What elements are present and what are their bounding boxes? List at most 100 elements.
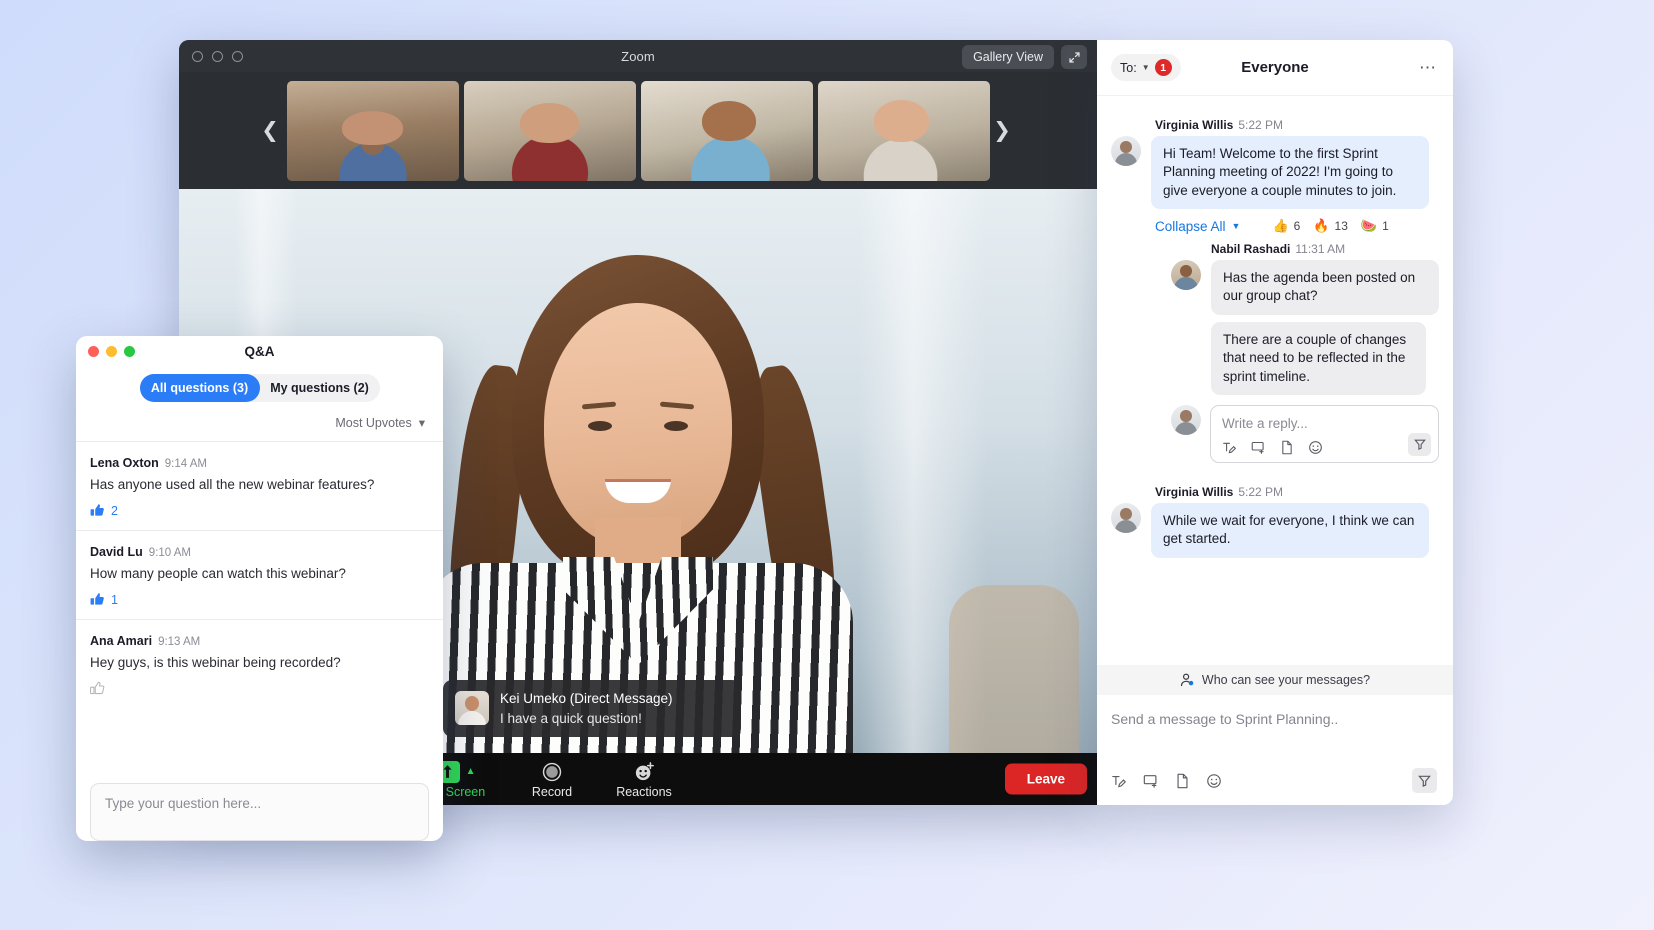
qa-upvote-button[interactable] bbox=[90, 681, 429, 696]
reaction-thumbsup[interactable]: 👍 6 bbox=[1272, 218, 1300, 234]
reaction-count: 1 bbox=[1382, 219, 1389, 233]
message-meta: Virginia Willis 5:22 PM bbox=[1155, 485, 1439, 499]
qa-question-input[interactable]: Type your question here... bbox=[90, 783, 429, 841]
qa-question-meta: Lena Oxton9:14 AM bbox=[90, 456, 429, 470]
window-traffic-lights[interactable] bbox=[192, 51, 243, 62]
reply-meta: Nabil Rashadi 11:31 AM bbox=[1211, 242, 1439, 256]
chevron-down-icon: ▾ bbox=[415, 416, 425, 430]
screenshot-icon[interactable] bbox=[1251, 440, 1266, 455]
tab-all-questions[interactable]: All questions (3) bbox=[140, 374, 260, 402]
minimize-icon[interactable] bbox=[212, 51, 223, 62]
reaction-count: 6 bbox=[1294, 219, 1301, 233]
toolbar-reactions-button[interactable]: Reactions bbox=[598, 759, 690, 799]
chat-message-list[interactable]: Virginia Willis 5:22 PM Hi Team! Welcome … bbox=[1097, 96, 1453, 665]
file-icon[interactable] bbox=[1175, 773, 1190, 789]
reply-time: 11:31 AM bbox=[1295, 242, 1345, 256]
qa-sort-selector[interactable]: Most Upvotes ▾ bbox=[76, 402, 443, 441]
reactions-icon bbox=[634, 761, 655, 782]
message-thread: Collapse All ▼ 👍 6 🔥 13 🍉 1 bbox=[1155, 218, 1439, 463]
titlebar-actions: Gallery View bbox=[962, 45, 1087, 69]
screenshot-icon[interactable] bbox=[1143, 773, 1159, 789]
chevron-down-icon: ▼ bbox=[1142, 63, 1150, 72]
expand-icon[interactable] bbox=[1061, 45, 1087, 69]
thumbs-up-icon bbox=[90, 503, 105, 518]
message-time: 5:22 PM bbox=[1238, 485, 1283, 499]
message-bubble: Hi Team! Welcome to the first Sprint Pla… bbox=[1151, 136, 1429, 209]
participant-tile-3[interactable] bbox=[641, 81, 813, 181]
chat-compose-area[interactable]: Send a message to Sprint Planning.. bbox=[1097, 695, 1453, 805]
privacy-notice[interactable]: Who can see your messages? bbox=[1097, 665, 1453, 695]
participant-tile-1[interactable] bbox=[287, 81, 459, 181]
emoji-icon[interactable] bbox=[1206, 773, 1222, 789]
thread-reply-box[interactable]: Write a reply... bbox=[1171, 405, 1439, 463]
file-icon[interactable] bbox=[1280, 440, 1294, 455]
emoji-icon[interactable] bbox=[1308, 440, 1323, 455]
window-title: Zoom bbox=[179, 49, 1097, 64]
share-options-caret-icon[interactable]: ▲ bbox=[466, 766, 476, 777]
qa-question-item: David Lu 9:10 AM How many people can watc… bbox=[76, 530, 443, 619]
collapse-all-label: Collapse All bbox=[1155, 219, 1226, 234]
leave-meeting-button[interactable]: Leave bbox=[1005, 764, 1087, 795]
reply-bubble: There are a couple of changes that need … bbox=[1211, 322, 1426, 395]
chat-message-input[interactable]: Send a message to Sprint Planning.. bbox=[1111, 711, 1439, 727]
recipient-badge: 1 bbox=[1155, 59, 1172, 76]
filter-icon[interactable] bbox=[1412, 768, 1437, 793]
qa-time: 9:14 AM bbox=[165, 458, 207, 470]
avatar bbox=[1171, 405, 1201, 435]
chat-recipient-selector[interactable]: To: ▼ 1 bbox=[1111, 54, 1181, 81]
participant-tile-2[interactable] bbox=[464, 81, 636, 181]
qa-time: 9:13 AM bbox=[158, 636, 200, 648]
qa-question-meta: Ana Amari9:13 AM bbox=[90, 634, 429, 648]
toolbar-reactions-label: Reactions bbox=[616, 785, 672, 799]
reply-sender: Nabil Rashadi bbox=[1211, 242, 1290, 256]
maximize-icon[interactable] bbox=[232, 51, 243, 62]
qa-question-text: How many people can watch this webinar? bbox=[90, 566, 429, 581]
participant-filmstrip: ❮ ❯ bbox=[179, 72, 1097, 189]
chevron-right-icon[interactable]: ❯ bbox=[979, 72, 1025, 189]
qa-sort-label: Most Upvotes bbox=[335, 416, 411, 430]
qa-question-item: Lena Oxton9:14 AM Has anyone used all th… bbox=[76, 441, 443, 530]
collapse-all-button[interactable]: Collapse All ▼ bbox=[1155, 219, 1240, 234]
toolbar-record-button[interactable]: Record bbox=[506, 759, 598, 799]
qa-question-text: Has anyone used all the new webinar feat… bbox=[90, 477, 429, 492]
chat-header: To: ▼ 1 Everyone ⋯ bbox=[1097, 40, 1453, 96]
format-text-icon[interactable] bbox=[1222, 440, 1237, 455]
reaction-fire[interactable]: 🔥 13 bbox=[1313, 218, 1348, 234]
reply-input[interactable]: Write a reply... bbox=[1222, 416, 1427, 431]
reaction-count: 13 bbox=[1335, 219, 1348, 233]
message-sender: Virginia Willis bbox=[1155, 485, 1233, 499]
close-icon[interactable] bbox=[192, 51, 203, 62]
chat-panel: To: ▼ 1 Everyone ⋯ Virginia Willis 5:22 P… bbox=[1097, 40, 1453, 805]
reaction-watermelon[interactable]: 🍉 1 bbox=[1361, 218, 1389, 234]
participant-tile-4[interactable] bbox=[818, 81, 990, 181]
record-icon bbox=[542, 761, 562, 782]
format-text-icon[interactable] bbox=[1111, 773, 1127, 789]
fire-icon: 🔥 bbox=[1313, 218, 1329, 234]
qa-upvote-button[interactable]: 2 bbox=[90, 503, 429, 518]
chat-message: Virginia Willis5:22 PM Hi Team! Welcome … bbox=[1111, 118, 1439, 209]
to-label: To: bbox=[1120, 61, 1137, 75]
qa-question-meta: David Lu 9:10 AM bbox=[90, 545, 429, 559]
reply-bubble: Has the agenda been posted on our group … bbox=[1211, 260, 1439, 315]
direct-message-toast[interactable]: Kei Umeko (Direct Message) I have a quic… bbox=[443, 680, 741, 737]
filter-icon[interactable] bbox=[1408, 433, 1431, 456]
gallery-view-button[interactable]: Gallery View bbox=[962, 45, 1054, 69]
qa-question-item: Ana Amari9:13 AM Hey guys, is this webin… bbox=[76, 619, 443, 708]
thread-header: Collapse All ▼ 👍 6 🔥 13 🍉 1 bbox=[1155, 218, 1439, 234]
avatar bbox=[1171, 260, 1201, 290]
reply-input-container[interactable]: Write a reply... bbox=[1210, 405, 1439, 463]
qa-upvote-button[interactable]: 1 bbox=[90, 592, 429, 607]
thread-replies: Nabil Rashadi 11:31 AM Has the agenda bee… bbox=[1155, 242, 1439, 463]
thumbs-up-icon bbox=[90, 592, 105, 607]
qa-author: David Lu bbox=[90, 545, 143, 559]
more-options-icon[interactable]: ⋯ bbox=[1419, 58, 1437, 78]
thumbs-up-icon: 👍 bbox=[1272, 218, 1288, 234]
message-sender: Virginia Willis bbox=[1155, 118, 1233, 132]
qa-time: 9:10 AM bbox=[149, 547, 191, 559]
message-meta: Virginia Willis5:22 PM bbox=[1155, 118, 1439, 132]
avatar bbox=[455, 691, 489, 725]
privacy-notice-label: Who can see your messages? bbox=[1202, 673, 1370, 687]
dm-sender-name: Kei Umeko (Direct Message) bbox=[500, 691, 673, 706]
qa-question-list[interactable]: Lena Oxton9:14 AM Has anyone used all th… bbox=[76, 441, 443, 773]
tab-my-questions[interactable]: My questions (2) bbox=[260, 374, 380, 402]
